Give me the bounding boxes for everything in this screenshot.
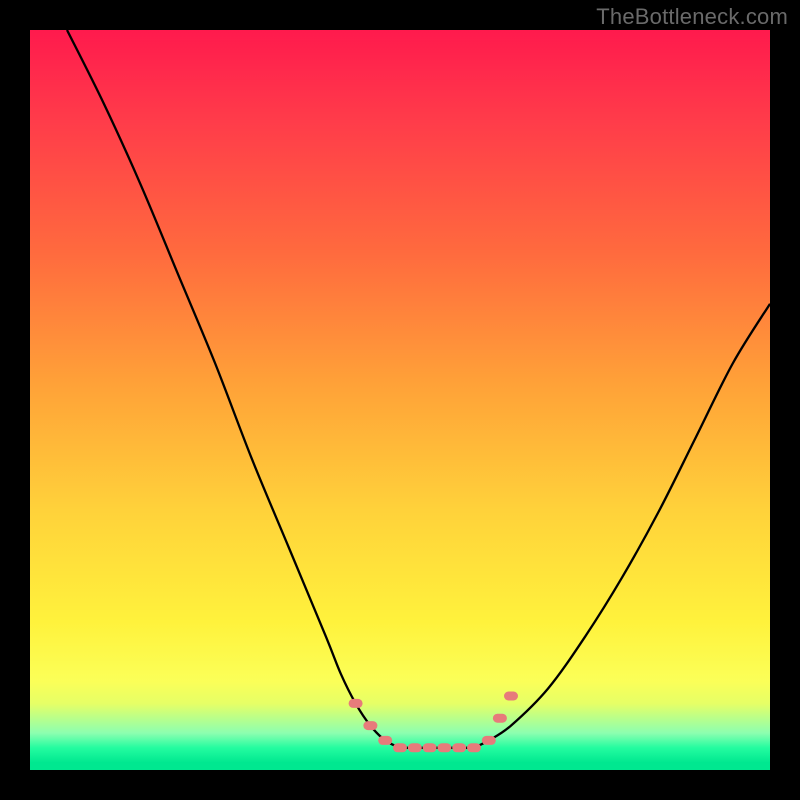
plot-area — [30, 30, 770, 770]
valley-marker — [493, 714, 507, 723]
valley-marker — [378, 736, 392, 745]
valley-marker — [363, 721, 377, 730]
valley-markers — [349, 692, 518, 753]
left-curve-path — [67, 30, 400, 748]
valley-marker — [408, 743, 422, 752]
curve-svg — [30, 30, 770, 770]
valley-marker — [437, 743, 451, 752]
valley-marker — [349, 699, 363, 708]
chart-frame: TheBottleneck.com — [0, 0, 800, 800]
valley-marker — [467, 743, 481, 752]
valley-marker — [452, 743, 466, 752]
valley-marker — [423, 743, 437, 752]
right-curve-path — [474, 304, 770, 748]
valley-marker — [482, 736, 496, 745]
valley-marker — [504, 692, 518, 701]
watermark-text: TheBottleneck.com — [596, 4, 788, 30]
valley-marker — [393, 743, 407, 752]
